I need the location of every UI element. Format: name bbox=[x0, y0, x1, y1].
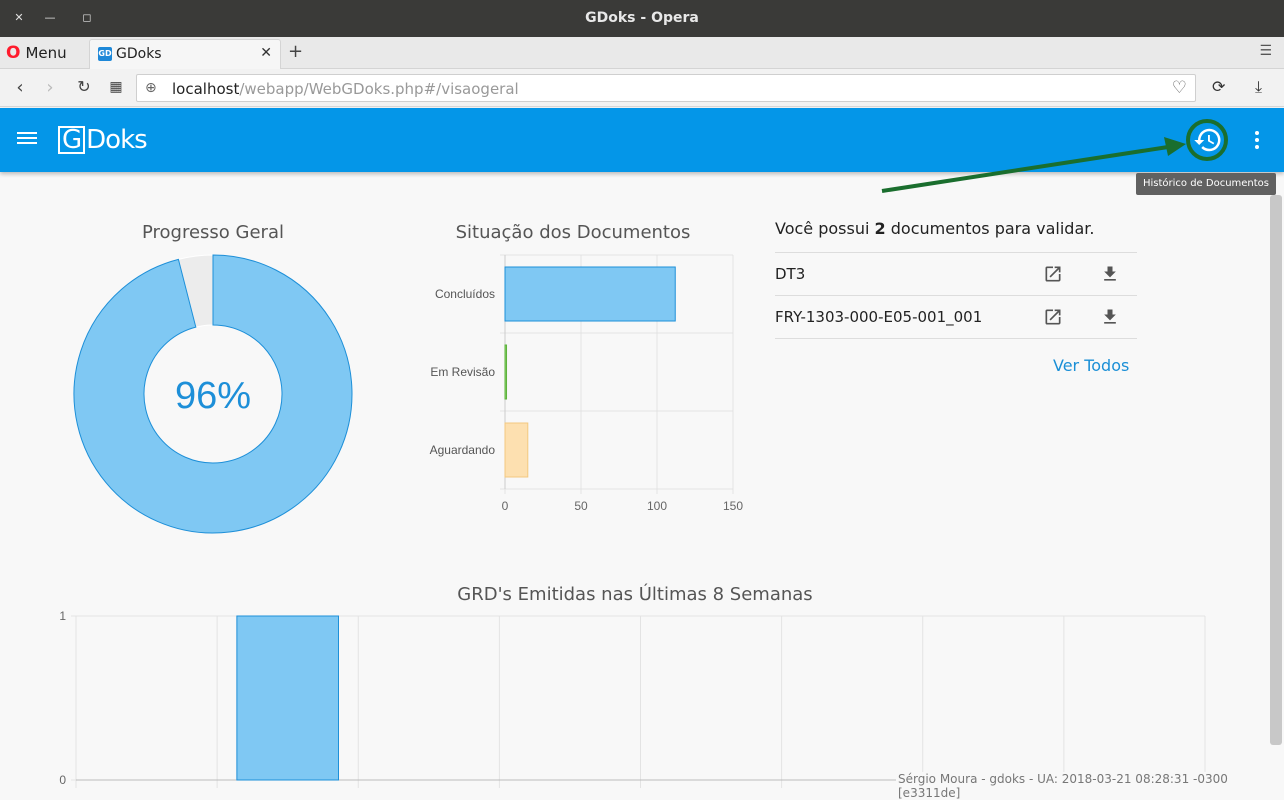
download-doc-icon[interactable] bbox=[1100, 307, 1120, 327]
grd-bar-chart: 01 bbox=[59, 609, 1206, 788]
x-tick-label: 0 bbox=[502, 499, 509, 513]
list-item: FRY-1303-000-E05-001_001 bbox=[775, 296, 1137, 339]
situacao-bar-chart: 0 50 100 150 Concluídos Em Revisão Aguardando bbox=[430, 254, 743, 513]
progress-percent-label: 96% bbox=[175, 375, 251, 417]
bar bbox=[504, 422, 529, 478]
situacao-title: Situação dos Documentos bbox=[455, 222, 691, 243]
annotation-arrow-line bbox=[881, 145, 1169, 193]
doc-name: FRY-1303-000-E05-001_001 bbox=[775, 308, 983, 326]
validation-text-after: documentos para validar. bbox=[890, 219, 1095, 238]
x-tick-label: 150 bbox=[723, 499, 743, 513]
bar bbox=[504, 344, 508, 400]
doc-name: DT3 bbox=[775, 265, 806, 283]
category-label: Em Revisão bbox=[430, 365, 495, 379]
footer-info: Sérgio Moura - gdoks - UA: 2018-03-21 08… bbox=[896, 772, 1284, 800]
page-scrollbar[interactable] bbox=[1270, 195, 1282, 745]
open-external-icon[interactable] bbox=[1043, 307, 1063, 327]
y-tick-label: 1 bbox=[59, 609, 66, 623]
validation-message: Você possui 2 documentos para validar. bbox=[775, 215, 1137, 253]
see-all-link[interactable]: Ver Todos bbox=[1053, 356, 1129, 375]
validation-panel: Você possui 2 documentos para validar. D… bbox=[775, 215, 1137, 339]
list-item: DT3 bbox=[775, 253, 1137, 296]
open-external-icon[interactable] bbox=[1043, 264, 1063, 284]
progress-title: Progresso Geral bbox=[141, 222, 284, 243]
bar bbox=[236, 615, 339, 781]
y-tick-label: 0 bbox=[59, 773, 66, 787]
validation-count: 2 bbox=[874, 219, 886, 238]
x-tick-label: 50 bbox=[574, 499, 588, 513]
history-tooltip: Histórico de Documentos bbox=[1136, 173, 1276, 195]
grd-title: GRD's Emitidas nas Últimas 8 Semanas bbox=[457, 584, 813, 605]
download-doc-icon[interactable] bbox=[1100, 264, 1120, 284]
x-tick-label: 100 bbox=[647, 499, 667, 513]
bar bbox=[504, 266, 676, 322]
annotation-circle bbox=[1186, 119, 1228, 161]
annotation-arrow-head bbox=[1164, 137, 1186, 156]
validation-text-before: Você possui bbox=[775, 219, 870, 238]
category-label: Concluídos bbox=[435, 287, 495, 301]
category-label: Aguardando bbox=[430, 443, 496, 457]
progress-donut-chart: 96% bbox=[73, 254, 353, 534]
